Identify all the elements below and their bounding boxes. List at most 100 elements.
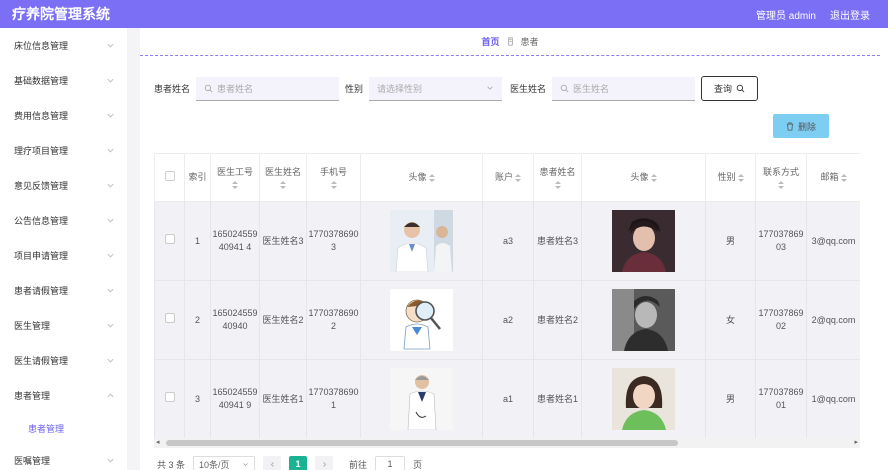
- page-number-current[interactable]: 1: [289, 456, 308, 470]
- sidebar-item-label: 意见反馈管理: [14, 181, 69, 191]
- goto-page-input[interactable]: 1: [375, 456, 406, 470]
- chevron-down-icon: [107, 43, 114, 48]
- breadcrumb-home[interactable]: 首页: [481, 35, 499, 48]
- row-checkbox[interactable]: [164, 234, 175, 244]
- cell-doctor-name: 医生姓名2: [259, 280, 307, 360]
- row-select-cell: [154, 280, 185, 360]
- patient-name-input[interactable]: 患者姓名: [196, 76, 340, 101]
- delete-button[interactable]: 删除: [773, 114, 829, 138]
- col-doctor-photo[interactable]: 头像: [360, 153, 483, 202]
- col-patient-photo[interactable]: 头像: [581, 153, 706, 202]
- chevron-down-icon: [107, 253, 114, 258]
- col-patient-name[interactable]: 患者姓名: [533, 153, 582, 202]
- scroll-right-icon[interactable]: ▸: [854, 438, 858, 448]
- breadcrumb-separator-icon: [507, 37, 513, 46]
- table-row[interactable]: 3 16502455940941 9 医生姓名1 17703786901 a1 …: [154, 359, 860, 439]
- sidebar-subitem-patient[interactable]: 患者管理: [0, 413, 127, 443]
- col-phone[interactable]: 手机号: [306, 153, 361, 202]
- cell-gender: 男: [705, 201, 756, 281]
- col-contact[interactable]: 联系方式: [755, 153, 807, 202]
- patient-avatar-image[interactable]: [612, 289, 675, 351]
- sidebar-item-doctor[interactable]: 医生管理: [0, 308, 127, 343]
- sidebar-item-fee[interactable]: 费用信息管理: [0, 98, 127, 133]
- cell-patient-name: 患者姓名2: [533, 280, 582, 360]
- sidebar-item-patient-leave[interactable]: 患者请假管理: [0, 273, 127, 308]
- col-account[interactable]: 账户: [482, 153, 534, 202]
- cell-index: 3: [184, 359, 211, 439]
- patient-avatar-image[interactable]: [612, 210, 675, 272]
- col-doctor-id[interactable]: 医生工号: [210, 153, 260, 202]
- cell-patient-name: 患者姓名1: [533, 359, 582, 439]
- page-size-select[interactable]: 10条/页: [193, 456, 256, 470]
- cell-patient-photo: [581, 359, 706, 439]
- chevron-down-icon: [107, 458, 114, 463]
- doctor-avatar-image[interactable]: [390, 210, 453, 272]
- query-button[interactable]: 查询: [701, 76, 759, 101]
- doctor-avatar-image[interactable]: [390, 289, 453, 351]
- user-label[interactable]: 管理员 admin: [756, 7, 816, 22]
- sidebar-item-project-apply[interactable]: 项目申请管理: [0, 238, 127, 273]
- cell-doctor-id: 16502455940941 4: [210, 201, 260, 281]
- cell-contact: 17703786902: [755, 280, 807, 360]
- scrollbar-thumb[interactable]: [166, 440, 678, 446]
- top-bar: 疗养院管理系统 管理员 admin 退出登录: [0, 0, 888, 28]
- prev-page-button[interactable]: [263, 456, 282, 470]
- doctor-name-input[interactable]: 医生姓名: [552, 76, 696, 101]
- sort-icon: [280, 181, 286, 189]
- sidebar-item-notice[interactable]: 公告信息管理: [0, 203, 127, 238]
- breadcrumb: 首页 患者: [140, 28, 880, 56]
- cell-account: a2: [482, 280, 534, 360]
- col-doctor-name[interactable]: 医生姓名: [259, 153, 307, 202]
- cell-gender: 女: [705, 280, 756, 360]
- sidebar-item-label: 患者管理: [14, 391, 51, 401]
- sidebar-item-basic-data[interactable]: 基础数据管理: [0, 63, 127, 98]
- col-gender[interactable]: 性别: [705, 153, 756, 202]
- horizontal-scrollbar[interactable]: ◂ ▸: [154, 438, 860, 448]
- app-title: 疗养院管理系统: [12, 6, 110, 22]
- col-email[interactable]: 邮箱: [806, 153, 860, 202]
- chevron-down-icon: [487, 86, 493, 90]
- page-size-value: 10条/页: [199, 459, 230, 470]
- select-all-checkbox[interactable]: [164, 170, 175, 181]
- search-icon: [560, 84, 569, 92]
- cell-doctor-photo: [360, 280, 483, 360]
- scroll-left-icon[interactable]: ◂: [156, 438, 160, 448]
- cell-patient-photo: [581, 201, 706, 281]
- col-patient-name-label: 患者姓名: [539, 167, 576, 177]
- doctor-avatar-image[interactable]: [390, 368, 453, 430]
- chevron-down-icon: [107, 323, 114, 328]
- next-page-button[interactable]: [315, 456, 334, 470]
- logout-button[interactable]: 退出登录: [830, 7, 870, 22]
- sidebar-item-doctor-leave[interactable]: 医生请假管理: [0, 343, 127, 378]
- sort-icon: [554, 181, 561, 189]
- row-select-cell: [154, 201, 185, 281]
- sort-icon: [778, 181, 784, 189]
- select-all-header: [154, 153, 185, 202]
- row-checkbox[interactable]: [164, 392, 175, 402]
- cell-phone: 17703786903: [306, 201, 361, 281]
- table-row[interactable]: 2 16502455940940 医生姓名2 17703786902 a2 患者…: [154, 280, 860, 360]
- search-bar: 患者姓名 患者姓名 性别 请选择性别 医生姓名 医生姓名 查询: [154, 76, 759, 101]
- gender-label: 性别: [345, 84, 364, 94]
- cell-doctor-name: 医生姓名1: [259, 359, 307, 439]
- chevron-right-icon: [322, 461, 326, 467]
- patient-avatar-image[interactable]: [612, 368, 675, 430]
- sidebar-item-label: 基础数据管理: [14, 76, 69, 86]
- sidebar-item-feedback[interactable]: 意见反馈管理: [0, 168, 127, 203]
- table-row[interactable]: 1 16502455940941 4 医生姓名3 17703786903 a3 …: [154, 201, 860, 281]
- chevron-down-icon: [107, 218, 114, 223]
- sidebar-item-bed[interactable]: 床位信息管理: [0, 28, 127, 63]
- chevron-down-icon: [107, 148, 114, 153]
- sidebar-item-advice[interactable]: 医嘱管理: [0, 443, 127, 470]
- row-checkbox[interactable]: [164, 313, 175, 323]
- gender-select[interactable]: 请选择性别: [369, 76, 503, 101]
- sidebar-item-patient[interactable]: 患者管理: [0, 378, 127, 413]
- cell-phone: 17703786901: [306, 359, 361, 439]
- cell-email: 1@qq.com: [806, 359, 860, 439]
- col-gender-label: 性别: [717, 172, 736, 182]
- cell-index: 2: [184, 280, 211, 360]
- sidebar-item-therapy[interactable]: 理疗项目管理: [0, 133, 127, 168]
- goto-prefix: 前往: [349, 459, 368, 470]
- cell-account: a1: [482, 359, 534, 439]
- cell-patient-photo: [581, 280, 706, 360]
